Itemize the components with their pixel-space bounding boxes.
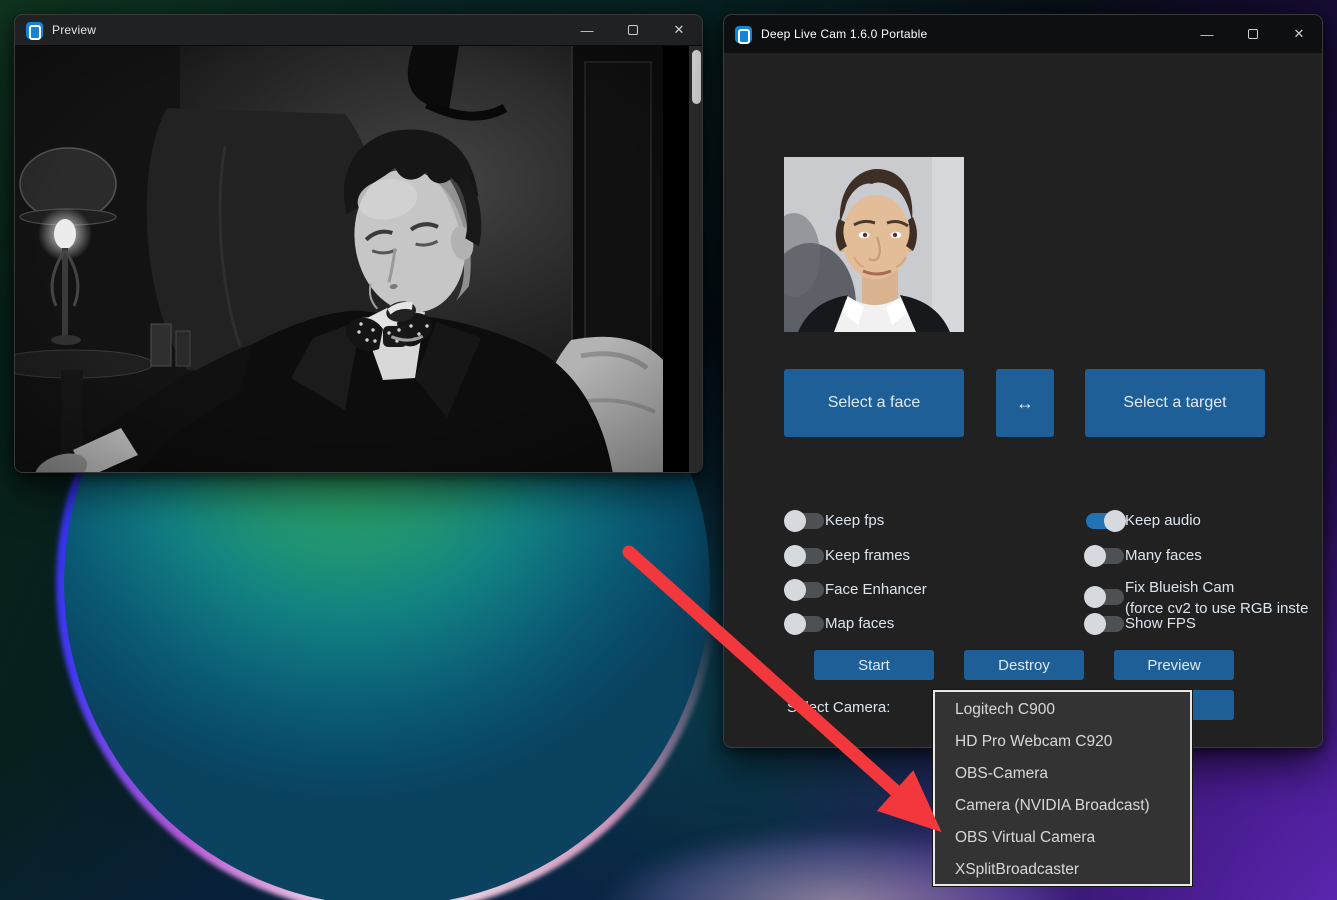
toggle-map-faces-label: Map faces [825, 613, 894, 635]
close-icon: ✕ [1294, 26, 1305, 42]
window-controls: — ✕ [1184, 15, 1322, 53]
app-window-title: Deep Live Cam 1.6.0 Portable [761, 27, 927, 41]
maximize-icon [1248, 29, 1258, 39]
toggle-fix-blueish-cam-label: Fix Blueish Cam [1125, 578, 1234, 598]
toggle-show-fps[interactable] [1086, 616, 1124, 632]
source-face-image [784, 157, 964, 332]
toggle-keep-audio-label: Keep audio [1125, 510, 1201, 532]
minimize-button[interactable]: — [1184, 15, 1230, 53]
window-controls: — ✕ [564, 15, 702, 45]
maximize-icon [628, 25, 638, 35]
preview-window-title: Preview [52, 23, 96, 37]
destroy-button[interactable]: Destroy [964, 650, 1084, 680]
camera-option[interactable]: OBS Virtual Camera [935, 822, 1190, 854]
toggle-face-enhancer-label: Face Enhancer [825, 579, 927, 601]
maximize-button[interactable] [1230, 15, 1276, 53]
preview-scrollbar-thumb[interactable] [692, 50, 701, 104]
minimize-button[interactable]: — [564, 15, 610, 45]
start-button[interactable]: Start [814, 650, 934, 680]
minimize-icon: — [581, 23, 594, 38]
camera-option[interactable]: XSplitBroadcaster [935, 854, 1190, 886]
maximize-button[interactable] [610, 15, 656, 45]
camera-dropdown-menu: Logitech C900 HD Pro Webcam C920 OBS-Cam… [933, 690, 1192, 886]
close-button[interactable]: ✕ [1276, 15, 1322, 53]
source-face-portrait [784, 157, 964, 332]
toggle-face-enhancer[interactable] [786, 582, 824, 598]
toggle-knob [1104, 510, 1126, 532]
deep-live-cam-window: Deep Live Cam 1.6.0 Portable — ✕ [723, 14, 1323, 748]
toggle-map-faces[interactable] [786, 616, 824, 632]
preview-scrollbar[interactable] [689, 46, 703, 473]
desktop: Preview — ✕ [0, 0, 1337, 900]
toggle-knob [1084, 545, 1106, 567]
toggle-keep-frames-label: Keep frames [825, 545, 910, 567]
app-icon [26, 22, 43, 39]
camera-option[interactable]: Logitech C900 [935, 694, 1190, 726]
toggle-knob [784, 510, 806, 532]
toggle-keep-fps-label: Keep fps [825, 510, 884, 532]
select-target-button[interactable]: Select a target [1085, 369, 1265, 437]
close-icon: ✕ [674, 22, 685, 38]
toggle-knob [784, 579, 806, 601]
camera-option[interactable]: HD Pro Webcam C920 [935, 726, 1190, 758]
swap-faces-button[interactable]: ↔ [996, 369, 1054, 437]
toggle-knob [1084, 586, 1106, 608]
toggle-knob [784, 545, 806, 567]
toggle-knob [784, 613, 806, 635]
toggle-keep-frames[interactable] [786, 548, 824, 564]
camera-option[interactable]: OBS-Camera [935, 758, 1190, 790]
toggle-keep-audio[interactable] [1086, 513, 1124, 529]
toggle-fix-blueish-cam[interactable] [1086, 589, 1124, 605]
app-titlebar[interactable]: Deep Live Cam 1.6.0 Portable — ✕ [724, 15, 1322, 53]
toggle-show-fps-label: Show FPS [1125, 613, 1196, 635]
camera-option[interactable]: Camera (NVIDIA Broadcast) [935, 790, 1190, 822]
preview-titlebar[interactable]: Preview — ✕ [15, 15, 702, 46]
close-button[interactable]: ✕ [656, 15, 702, 45]
minimize-icon: — [1201, 27, 1214, 42]
app-icon [735, 26, 752, 43]
toggle-many-faces-label: Many faces [1125, 545, 1202, 567]
video-scene [15, 46, 689, 473]
preview-window: Preview — ✕ [14, 14, 703, 473]
toggle-knob [1084, 613, 1106, 635]
toggle-many-faces[interactable] [1086, 548, 1124, 564]
toggle-keep-fps[interactable] [786, 513, 824, 529]
select-face-button[interactable]: Select a face [784, 369, 964, 437]
preview-button[interactable]: Preview [1114, 650, 1234, 680]
app-body: Select a face ↔ Select a target Keep fps… [724, 53, 1323, 748]
preview-video-frame [15, 46, 703, 473]
select-camera-label: Select Camera: [787, 699, 890, 716]
